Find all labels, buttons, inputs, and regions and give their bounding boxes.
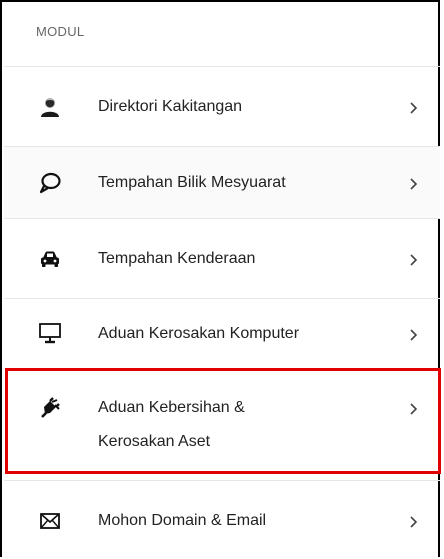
menu-item-label: Mohon Domain & Email	[98, 512, 267, 529]
plug-icon	[38, 395, 62, 419]
menu-item-label-line1: Aduan Kebersihan &	[98, 399, 245, 416]
menu-item-direktori-kakitangan[interactable]: Direktori Kakitangan	[4, 66, 440, 146]
chevron-right-icon	[406, 253, 420, 267]
chevron-right-icon	[406, 101, 420, 115]
chevron-right-icon	[406, 402, 420, 416]
menu-item-label: Tempahan Bilik Mesyuarat	[98, 174, 286, 191]
speech-bubble-icon	[38, 171, 62, 195]
menu-item-label: Tempahan Kenderaan	[98, 250, 256, 267]
monitor-icon	[38, 321, 62, 345]
envelope-icon	[38, 509, 62, 533]
menu-item-label-line2: Kerosakan Aset	[98, 433, 211, 450]
chevron-right-icon	[406, 328, 420, 342]
menu-item-label: Aduan Kerosakan Komputer	[98, 325, 300, 342]
car-icon	[38, 247, 62, 271]
menu-item-label: Direktori Kakitangan	[98, 98, 243, 115]
section-header: MODUL	[36, 24, 85, 39]
menu-item-mohon-domain-email[interactable]: Mohon Domain & Email	[4, 480, 440, 559]
user-icon	[38, 95, 62, 119]
chevron-right-icon	[406, 177, 420, 191]
menu-item-tempahan-kenderaan[interactable]: Tempahan Kenderaan	[4, 218, 440, 298]
menu-item-aduan-kebersihan-kerosakan-aset[interactable]: Aduan Kebersihan & Kerosakan Aset	[4, 368, 440, 480]
menu-item-aduan-kerosakan-komputer[interactable]: Aduan Kerosakan Komputer	[4, 298, 440, 368]
chevron-right-icon	[406, 515, 420, 529]
menu-item-tempahan-bilik-mesyuarat[interactable]: Tempahan Bilik Mesyuarat	[4, 146, 440, 218]
module-panel: MODUL Direktori Kakitangan Tempahan Bili…	[0, 0, 440, 557]
